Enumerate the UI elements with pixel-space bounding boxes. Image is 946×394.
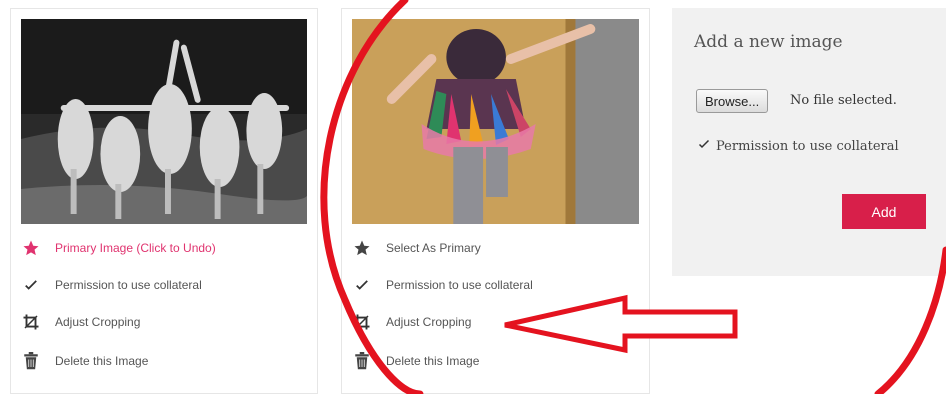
browse-button[interactable]: Browse... bbox=[696, 89, 769, 113]
primary-image-label: Primary Image (Click to Undo) bbox=[55, 241, 216, 255]
permission-label: Permission to use collateral bbox=[386, 278, 533, 292]
adjust-cropping-label: Adjust Cropping bbox=[55, 315, 141, 329]
image-card-1: Primary Image (Click to Undo) Permission… bbox=[10, 8, 318, 394]
delete-image-label: Delete this Image bbox=[386, 354, 480, 368]
adjust-cropping-label: Adjust Cropping bbox=[386, 315, 472, 329]
child-costume-photo bbox=[352, 19, 639, 224]
checkmark-icon bbox=[21, 275, 41, 295]
primary-image-toggle[interactable]: Primary Image (Click to Undo) bbox=[21, 238, 216, 258]
permission-toggle[interactable]: Permission to use collateral bbox=[21, 275, 202, 295]
delete-image-label: Delete this Image bbox=[55, 354, 149, 368]
trash-icon bbox=[352, 351, 372, 371]
add-image-title: Add a new image bbox=[694, 32, 843, 52]
star-icon bbox=[21, 238, 41, 258]
permission-toggle[interactable]: Permission to use collateral bbox=[352, 275, 533, 295]
adjust-cropping-button[interactable]: Adjust Cropping bbox=[352, 312, 471, 332]
bw-dancers-photo bbox=[21, 19, 307, 224]
select-primary-button[interactable]: Select As Primary bbox=[352, 238, 481, 258]
star-icon bbox=[352, 238, 372, 258]
permission-checkbox[interactable]: Permission to use collateral bbox=[698, 138, 899, 154]
crop-icon bbox=[21, 312, 41, 332]
delete-image-button[interactable]: Delete this Image bbox=[21, 351, 148, 371]
crop-icon bbox=[352, 312, 372, 332]
image-card-2: Select As Primary Permission to use coll… bbox=[341, 8, 650, 394]
select-primary-label: Select As Primary bbox=[386, 241, 481, 255]
adjust-cropping-button[interactable]: Adjust Cropping bbox=[21, 312, 140, 332]
add-image-panel: Add a new image Browse... No file select… bbox=[672, 8, 946, 276]
add-button[interactable]: Add bbox=[842, 194, 926, 229]
permission-label: Permission to use collateral bbox=[55, 278, 202, 292]
permission-label: Permission to use collateral bbox=[716, 138, 899, 154]
file-status: No file selected. bbox=[790, 93, 897, 108]
delete-image-button[interactable]: Delete this Image bbox=[352, 351, 479, 371]
checkmark-icon bbox=[352, 275, 372, 295]
trash-icon bbox=[21, 351, 41, 371]
checkmark-icon bbox=[698, 138, 710, 154]
